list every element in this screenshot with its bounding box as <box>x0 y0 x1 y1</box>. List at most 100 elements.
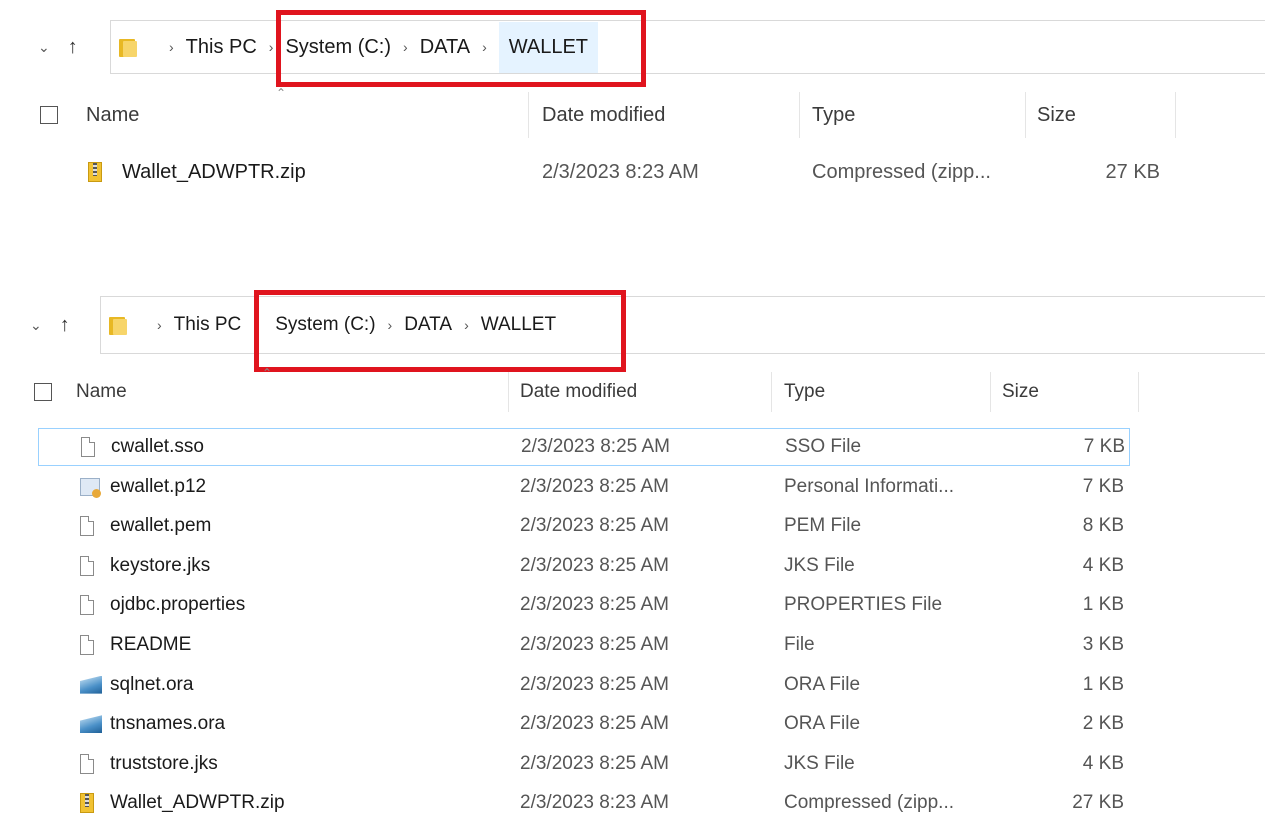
column-type[interactable]: Type <box>812 92 855 138</box>
file-size: 8 KB <box>1082 515 1124 537</box>
breadcrumb-wallet[interactable]: WALLET <box>481 297 556 353</box>
column-name[interactable]: Name <box>76 372 127 412</box>
file-date: 2/3/2023 8:25 AM <box>520 515 669 537</box>
file-type: File <box>784 634 815 655</box>
bottom-column-header: ⌃ Name Date modified Type Size <box>0 366 1265 412</box>
file-row[interactable]: keystore.jks 2/3/2023 8:25 AM JKS File 4 KB <box>0 547 1265 585</box>
file-type: Personal Informati... <box>784 475 955 497</box>
file-date: 2/3/2023 8:25 AM <box>520 554 669 576</box>
top-address-bar[interactable]: › This PC › System (C:) › DATA › WALLET <box>110 20 1265 74</box>
file-name: Wallet_ADWPTR.zip <box>110 792 285 814</box>
file-date: 2/3/2023 8:23 AM <box>520 792 669 814</box>
column-size[interactable]: Size <box>1002 372 1039 412</box>
file-icon <box>81 437 95 457</box>
select-all-checkbox[interactable] <box>40 106 58 124</box>
file-size: 4 KB <box>1082 554 1124 576</box>
ora-file-icon <box>80 675 102 694</box>
file-row[interactable]: tnsnames.ora 2/3/2023 8:25 AM ORA File 2 KB <box>0 705 1265 743</box>
breadcrumb-this-pc[interactable]: This PC <box>174 297 242 353</box>
file-size: 7 KB <box>1082 475 1124 497</box>
top-explorer-window: ⌄ ↑ › This PC › System (C:) › DATA › WAL… <box>0 0 1265 268</box>
file-name: truststore.jks <box>110 752 218 774</box>
file-type: Compressed (zipp... <box>812 160 991 183</box>
file-name: ewallet.pem <box>110 515 212 537</box>
file-size: 7 KB <box>1083 436 1125 457</box>
file-size: 2 KB <box>1082 713 1124 735</box>
file-date: 2/3/2023 8:25 AM <box>520 594 669 616</box>
breadcrumb-this-pc[interactable]: This PC <box>186 21 257 73</box>
up-arrow-icon[interactable]: ↑ <box>68 36 78 59</box>
column-size[interactable]: Size <box>1037 92 1076 138</box>
file-icon <box>80 753 94 774</box>
column-name[interactable]: Name <box>86 92 139 138</box>
breadcrumb-separator-icon: › <box>482 39 487 55</box>
file-row[interactable]: ewallet.p12 2/3/2023 8:25 AM Personal Info… <box>0 468 1265 506</box>
ora-file-icon <box>80 715 102 734</box>
column-date-modified[interactable]: Date modified <box>520 372 637 412</box>
file-icon <box>80 516 94 537</box>
file-type: Compressed (zipp... <box>784 792 955 814</box>
file-icon <box>80 555 94 576</box>
sort-indicator-icon: ⌃ <box>262 366 273 380</box>
file-name: README <box>110 634 192 655</box>
breadcrumb-system-c[interactable]: System (C:) <box>275 297 375 353</box>
up-arrow-icon[interactable]: ↑ <box>60 314 70 337</box>
file-name: keystore.jks <box>110 554 211 576</box>
breadcrumb-separator-icon: › <box>157 317 162 333</box>
breadcrumb-data[interactable]: DATA <box>420 21 470 73</box>
select-all-checkbox[interactable] <box>34 383 52 401</box>
breadcrumb-separator-icon: › <box>169 39 174 55</box>
file-date: 2/3/2023 8:25 AM <box>520 752 669 774</box>
file-date: 2/3/2023 8:25 AM <box>521 436 670 457</box>
bottom-navigation-bar: ⌄ ↑ › This PC System (C:) › DATA › WALLE… <box>0 296 1265 354</box>
top-navigation-bar: ⌄ ↑ › This PC › System (C:) › DATA › WAL… <box>0 20 1265 74</box>
breadcrumb-separator-icon: › <box>387 317 393 333</box>
file-size: 3 KB <box>1082 634 1124 655</box>
file-row[interactable]: README 2/3/2023 8:25 AM File 3 KB <box>0 626 1265 664</box>
file-name: sqlnet.ora <box>110 673 194 695</box>
breadcrumb-wallet[interactable]: WALLET <box>498 21 599 73</box>
breadcrumb-separator-icon: › <box>403 39 408 55</box>
file-type: JKS File <box>784 554 855 576</box>
file-name: cwallet.sso <box>111 436 204 457</box>
file-row[interactable]: truststore.jks 2/3/2023 8:25 AM JKS File 4 … <box>0 745 1265 783</box>
file-name: tnsnames.ora <box>110 713 226 735</box>
breadcrumb-separator-icon: › <box>268 39 274 55</box>
file-type: PEM File <box>784 515 862 537</box>
certificate-icon <box>80 477 101 498</box>
file-size: 27 KB <box>1072 792 1124 814</box>
file-date: 2/3/2023 8:23 AM <box>542 160 699 183</box>
file-date: 2/3/2023 8:25 AM <box>520 475 669 497</box>
file-type: ORA File <box>784 673 861 695</box>
file-size: 27 KB <box>1105 160 1160 183</box>
file-name: ojdbc.properties <box>110 594 246 616</box>
top-column-header: ⌃ Name Date modified Type Size <box>0 86 1265 138</box>
file-icon <box>80 595 94 616</box>
file-row[interactable]: Wallet_ADWPTR.zip 2/3/2023 8:23 AM Compres… <box>0 784 1265 816</box>
zip-folder-icon <box>88 162 102 182</box>
file-size: 4 KB <box>1082 752 1124 774</box>
column-date-modified[interactable]: Date modified <box>542 92 665 138</box>
recent-locations-chevron-icon[interactable]: ⌄ <box>38 39 50 56</box>
bottom-explorer-window: ⌄ ↑ › This PC System (C:) › DATA › WALLE… <box>0 286 1265 816</box>
file-row[interactable]: Wallet_ADWPTR.zip 2/3/2023 8:23 AM Compr… <box>0 150 1265 194</box>
file-name: ewallet.p12 <box>110 475 207 497</box>
file-row[interactable]: sqlnet.ora 2/3/2023 8:25 AM ORA File 1 KB <box>0 666 1265 704</box>
breadcrumb-separator-icon: › <box>464 317 469 333</box>
folder-icon <box>109 315 127 335</box>
bottom-address-bar[interactable]: › This PC System (C:) › DATA › WALLET <box>100 296 1265 354</box>
folder-icon <box>119 37 137 57</box>
sort-indicator-icon: ⌃ <box>276 86 287 100</box>
file-row[interactable]: ojdbc.properties 2/3/2023 8:25 AM PROPERTI… <box>0 586 1265 624</box>
file-size: 1 KB <box>1082 594 1124 616</box>
file-type: JKS File <box>784 752 855 774</box>
recent-locations-chevron-icon[interactable]: ⌄ <box>30 317 42 334</box>
file-name: Wallet_ADWPTR.zip <box>122 160 306 183</box>
file-date: 2/3/2023 8:25 AM <box>520 713 669 735</box>
file-row[interactable]: cwallet.sso 2/3/2023 8:25 AM SSO File 7 KB <box>38 428 1130 466</box>
breadcrumb-data[interactable]: DATA <box>404 297 452 353</box>
breadcrumb-system-c[interactable]: System (C:) <box>285 21 391 73</box>
column-type[interactable]: Type <box>784 372 825 412</box>
file-row[interactable]: ewallet.pem 2/3/2023 8:25 AM PEM File 8 KB <box>0 507 1265 545</box>
zip-folder-icon <box>80 793 94 814</box>
